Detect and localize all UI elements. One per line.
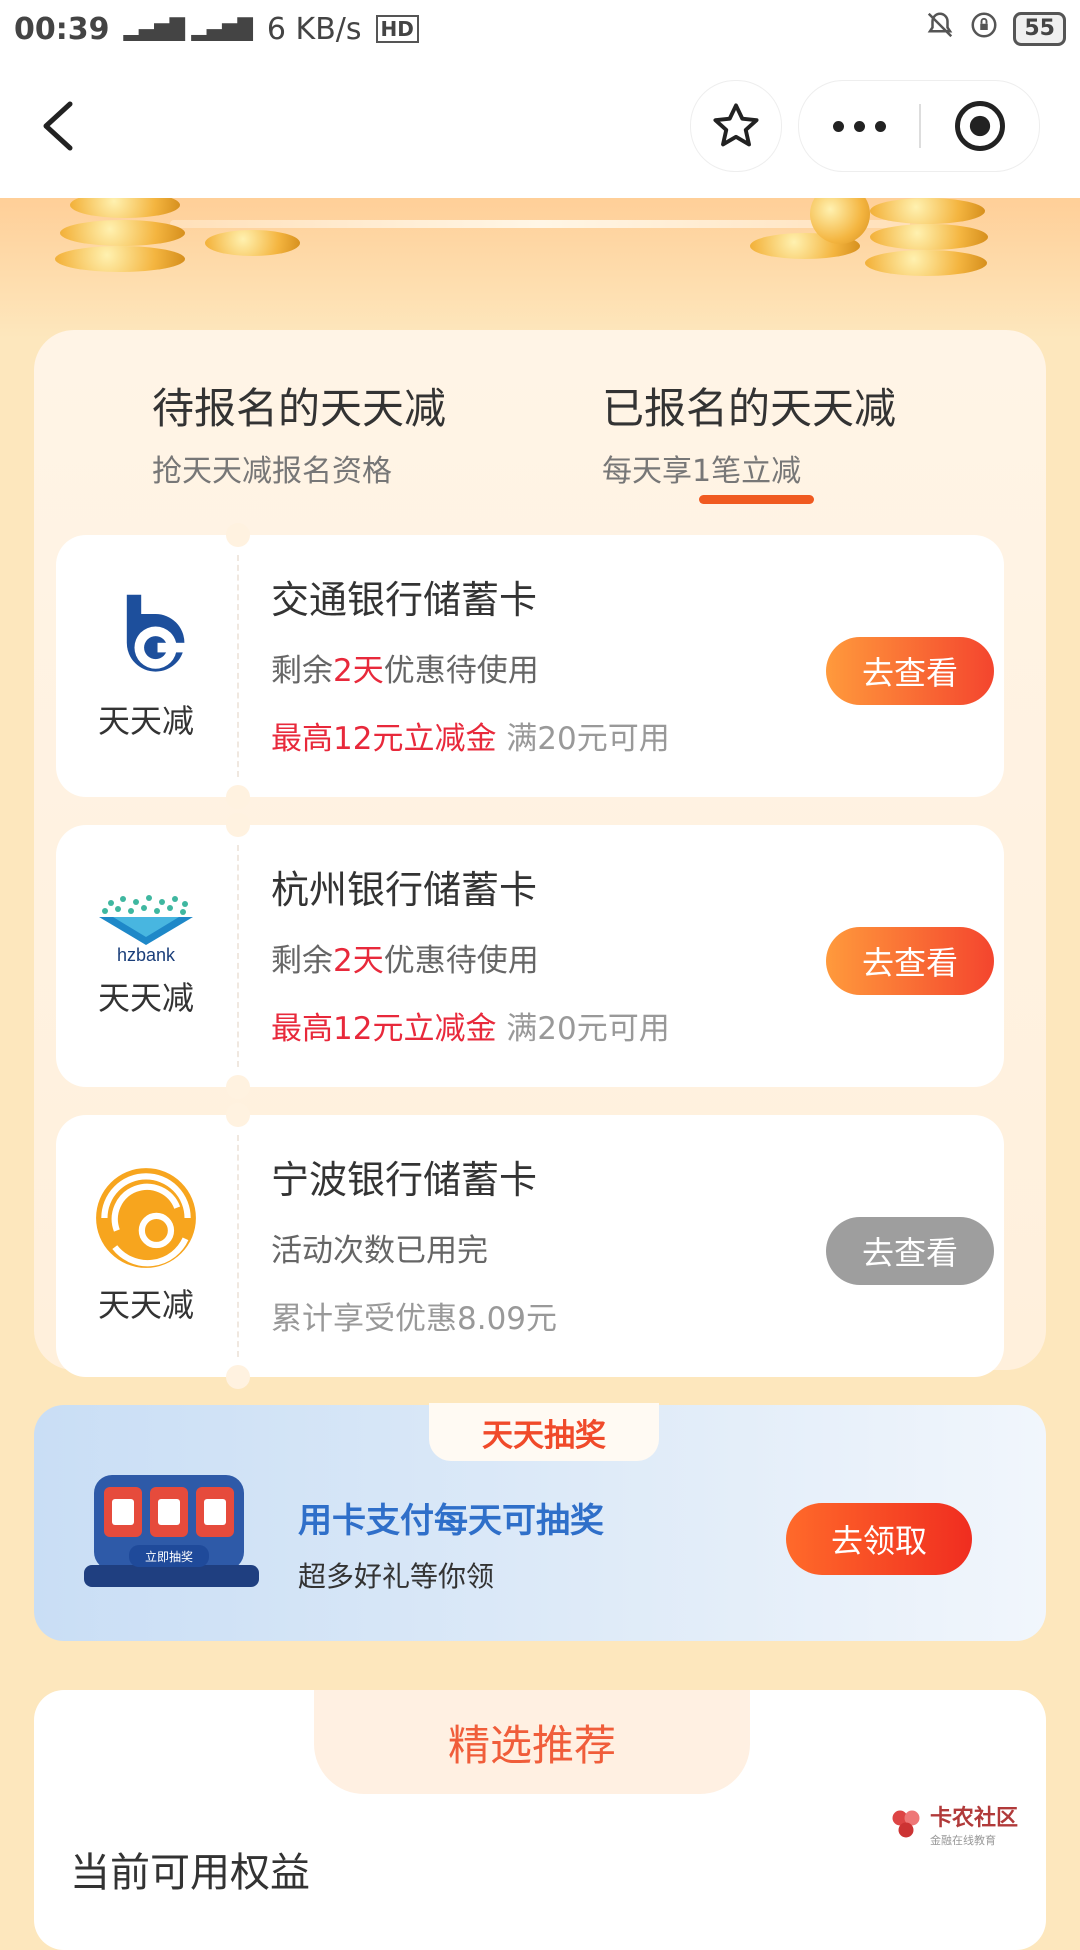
more-dot-icon [874, 120, 886, 132]
rotation-lock-icon [969, 10, 999, 48]
watermark-tagline: 金融在线教育 [930, 1834, 996, 1847]
watermark-logo-icon [892, 1810, 920, 1838]
bank-card-bocom: 天天减 交通银行储蓄卡 剩余2天优惠待使用 最高12元立减金 满20元可用 去查… [56, 523, 1004, 809]
remaining-prefix: 剩余 [271, 943, 333, 979]
card-title: 交通银行储蓄卡 [271, 578, 538, 622]
tab-pending-title: 待报名的天天减 [152, 384, 447, 433]
card-divider [237, 845, 239, 1067]
logo-label: 天天减 [97, 979, 194, 1017]
gold-coin-decoration [870, 198, 985, 224]
gold-coin-decoration [865, 250, 987, 276]
target-circle-icon [955, 101, 1005, 151]
mute-bell-icon [925, 10, 955, 48]
remaining-prefix: 剩余 [271, 653, 333, 689]
discount-text: 最高12元立减金 满20元可用 [271, 1003, 670, 1048]
usage-exhausted-text: 活动次数已用完 [271, 1233, 488, 1269]
bank-card-nbbank: 天天减 宁波银行储蓄卡 活动次数已用完 累计享受优惠8.09元 去查看 [56, 1103, 1004, 1389]
max-discount: 最高12元立减金 [271, 1011, 497, 1047]
logo-label: 天天减 [97, 1286, 194, 1324]
remaining-days-text: 剩余2天优惠待使用 [271, 645, 539, 690]
machine-label: 立即抽奖 [145, 1549, 193, 1564]
lottery-banner[interactable]: 天天抽奖 立即抽奖 用卡支付每天可抽奖 超多好礼等你领 去领取 [34, 1403, 1046, 1641]
remaining-suffix: 优惠待使用 [383, 943, 539, 979]
card-title: 杭州银行储蓄卡 [271, 868, 538, 912]
more-options-button[interactable] [799, 120, 919, 132]
view-button[interactable]: 去查看 [826, 927, 994, 995]
more-dot-icon [832, 120, 844, 132]
bank-logo-column: 天天减 [56, 535, 236, 797]
gold-coin-decoration [70, 198, 180, 218]
max-discount: 最高12元立减金 [271, 721, 497, 757]
battery-indicator: 55 [1013, 12, 1066, 46]
remaining-days: 2天 [333, 653, 384, 689]
banner-bar-decoration [170, 220, 910, 228]
card-divider [237, 1135, 239, 1357]
status-time: 00:39 [14, 11, 110, 47]
mini-program-capsule [798, 80, 1040, 172]
tab-registered-subtitle: 每天享1笔立减 [602, 454, 802, 489]
bocom-logo-icon [126, 594, 194, 672]
gold-coin-decoration [55, 246, 185, 272]
min-spend: 满20元可用 [496, 721, 670, 757]
gold-coin-decoration [60, 220, 185, 246]
coin-banner [0, 198, 1080, 338]
more-dot-icon [853, 120, 865, 132]
lottery-tab-label: 天天抽奖 [429, 1403, 659, 1461]
status-bar: 00:39 ▂▄▆█ ▂▄▆█ 6 KB/s HD 55 [0, 0, 1080, 58]
watermark-name: 卡农社区 [930, 1806, 1019, 1831]
card-title: 宁波银行储蓄卡 [271, 1158, 538, 1202]
watermark-text: 卡农社区 金融在线教育 [930, 1800, 1018, 1848]
back-arrow-icon [43, 101, 73, 151]
hzbank-wordmark: hzbank [117, 945, 176, 963]
back-button[interactable] [30, 96, 90, 156]
view-button[interactable]: 去查看 [826, 1217, 994, 1285]
active-tab-indicator [699, 495, 814, 504]
claim-button[interactable]: 去领取 [786, 1503, 972, 1575]
favorite-button[interactable] [690, 80, 782, 172]
navigation-bar [0, 58, 1080, 198]
bank-logo-column: 天天减 [56, 1115, 236, 1377]
tab-registered-title: 已报名的天天减 [602, 384, 897, 433]
star-icon [713, 103, 759, 147]
card-divider [237, 555, 239, 777]
signal-icon: ▂▄▆█ ▂▄▆█ [123, 17, 253, 41]
close-mini-program-button[interactable] [921, 99, 1039, 153]
recommend-header: 精选推荐 [314, 1690, 750, 1794]
tiantianjian-card: 待报名的天天减 抢天天减报名资格 已报名的天天减 每天享1笔立减 天天减 交通银… [34, 330, 1046, 1389]
hd-icon: HD [375, 15, 419, 43]
watermark: 卡农社区 金融在线教育 [888, 1800, 1018, 1848]
bank-logo-column: hzbank 天天减 [56, 825, 236, 1087]
status-right: 55 [925, 10, 1066, 48]
slot-machine-icon: 立即抽奖 [84, 1475, 259, 1587]
available-benefits-title: 当前可用权益 [70, 1850, 310, 1896]
remaining-days-text: 剩余2天优惠待使用 [271, 935, 539, 980]
min-spend: 满20元可用 [496, 1011, 670, 1047]
lottery-title: 用卡支付每天可抽奖 [298, 1501, 604, 1541]
bank-card-hzbank: hzbank 天天减 杭州银行储蓄卡 剩余2天优惠待使用 最高12元立减金 满2… [56, 813, 1004, 1099]
remaining-suffix: 优惠待使用 [383, 653, 539, 689]
tab-pending[interactable]: 待报名的天天减 抢天天减报名资格 [152, 375, 446, 490]
status-left: 00:39 ▂▄▆█ ▂▄▆█ 6 KB/s HD [14, 12, 419, 47]
lottery-subtitle: 超多好礼等你领 [298, 1560, 495, 1593]
tab-pending-subtitle: 抢天天减报名资格 [152, 454, 392, 489]
nbbank-logo-icon [96, 1168, 196, 1268]
hzbank-logo-icon: hzbank [99, 895, 193, 963]
total-savings-text: 累计享受优惠8.09元 [271, 1301, 558, 1337]
tab-registered[interactable]: 已报名的天天减 每天享1笔立减 [602, 375, 896, 490]
logo-label: 天天减 [97, 702, 194, 740]
gold-coin-decoration [205, 230, 300, 256]
discount-text: 最高12元立减金 满20元可用 [271, 713, 670, 758]
gold-coin-decoration [870, 224, 988, 250]
view-button[interactable]: 去查看 [826, 637, 994, 705]
remaining-days: 2天 [333, 943, 384, 979]
network-speed: 6 KB/s [266, 11, 362, 47]
